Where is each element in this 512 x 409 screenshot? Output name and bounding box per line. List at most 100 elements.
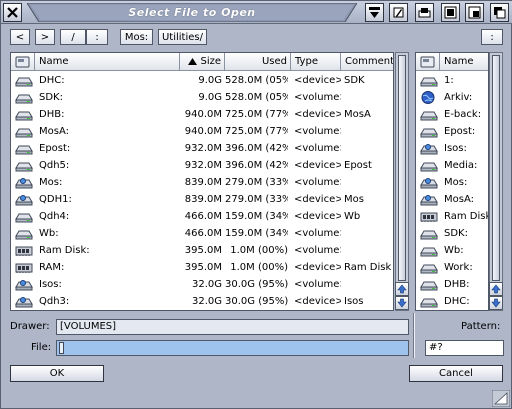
drawer-label: Drawer: — [10, 321, 50, 332]
volume-list-row[interactable]: Arkiv: — [416, 89, 488, 106]
file-list-row[interactable]: Epost: 932.0M396.0M (42%) <volume> — [11, 140, 393, 157]
parent-button[interactable]: : — [86, 29, 108, 45]
volume-list-row[interactable]: E-back: — [416, 106, 488, 123]
zoom-icon — [444, 6, 457, 19]
volume-list-row[interactable]: 1: — [416, 72, 488, 90]
volume-list-row[interactable]: MosA: — [416, 191, 488, 208]
column-header-comment[interactable]: Comment — [341, 53, 393, 71]
drawer-field[interactable]: [VOLUMES] — [56, 319, 409, 335]
row-type: <volume> — [294, 143, 341, 154]
file-list-row[interactable]: Qdh5: 932.0M396.0M (42%) <device>Epost — [11, 157, 393, 174]
cancel-button[interactable]: Cancel — [409, 365, 503, 382]
file-list-row[interactable]: Qdh3: 32.0G 30.0G (95%) <device> Isos — [11, 293, 393, 310]
title-bar[interactable]: Select File to Open — [1, 1, 512, 24]
forward-button[interactable]: > — [35, 29, 55, 45]
pattern-field[interactable]: #? — [425, 340, 504, 356]
close-button[interactable] — [3, 3, 22, 22]
mos-drive-icon — [420, 142, 438, 158]
row-type: <device> — [294, 296, 341, 307]
file-list-row[interactable]: DHB: 940.0M725.0M (77%) <device>MosA — [11, 106, 393, 123]
row-comment: Wb — [344, 211, 361, 222]
window-title: Select File to Open — [128, 6, 256, 19]
row-comment — [344, 89, 393, 106]
file-list-row[interactable]: SDK: 9.0G528.0M (05%) <volume> — [11, 89, 393, 106]
maximize-button[interactable] — [465, 3, 484, 22]
volume-list-scroll-thumb[interactable] — [492, 55, 500, 281]
snapshot-button[interactable] — [389, 3, 408, 22]
volume-name: DHC: — [444, 296, 470, 307]
zoom-button[interactable] — [441, 3, 460, 22]
back-button[interactable]: < — [10, 29, 30, 45]
drive-drive-icon — [420, 227, 438, 243]
column-header-icon[interactable] — [11, 53, 35, 71]
drive-drive-icon — [420, 295, 438, 310]
volume-list-scrollbar[interactable] — [489, 52, 503, 311]
file-list-row[interactable]: Qdh4: 466.0M159.0M (34%) <device>Wb — [11, 208, 393, 225]
file-list-scroll-thumb[interactable] — [398, 55, 406, 281]
ok-button[interactable]: OK — [10, 365, 104, 382]
options-button[interactable]: : — [481, 29, 503, 45]
row-name: Epost: — [39, 143, 71, 154]
volume-scroll-down-button[interactable] — [489, 296, 503, 310]
volume-scroll-up-button[interactable] — [489, 282, 503, 296]
volume-list-row[interactable]: Ram Disk: — [416, 208, 488, 226]
scroll-up-button[interactable] — [395, 282, 409, 296]
drive-drive-icon — [15, 125, 33, 141]
file-list-row[interactable]: RAM: 395.0M 1.0M (00%) <device> Ram Disk — [11, 259, 393, 276]
file-list[interactable]: Name Size Used Type Comment DHC: 9.0G 528.… — [10, 52, 394, 311]
volume-list-row[interactable]: DHB: — [416, 276, 488, 293]
volume-list-row[interactable]: Epost: — [416, 123, 488, 140]
volume-list-row[interactable]: Media: — [416, 157, 488, 174]
column-header-name[interactable]: Name — [35, 53, 180, 71]
depth-icon — [494, 7, 506, 19]
volume-name: Wb: — [444, 245, 464, 256]
column-header-used[interactable]: Used — [225, 53, 291, 71]
volume-header-icon[interactable] — [416, 53, 440, 71]
row-type: <device> — [294, 211, 341, 222]
sort-ascending-icon — [188, 58, 198, 65]
volume-list-row[interactable]: SDK: — [416, 225, 488, 243]
volume-name: 1: — [444, 75, 454, 86]
mos-drive-icon — [15, 295, 33, 310]
mos-drive-icon — [15, 278, 33, 294]
depth-cycle-button[interactable] — [490, 3, 509, 22]
disk-header-icon — [15, 56, 30, 67]
iconify-button[interactable] — [415, 3, 434, 22]
file-list-row[interactable]: Mos: 839.0M279.0M (33%) <volume> — [11, 174, 393, 191]
row-name: Qdh3: — [39, 296, 70, 307]
breadcrumb-utilities[interactable]: Utilities/ — [158, 29, 207, 45]
volume-header-name[interactable]: Name — [440, 53, 488, 71]
breadcrumb-mos[interactable]: Mos: — [120, 29, 153, 45]
scroll-down-button[interactable] — [395, 296, 409, 310]
volume-list[interactable]: Name 1: Arkiv: E-back: Epost: Isos: Media: Mos… — [415, 52, 489, 311]
file-list-row[interactable]: MosA: 940.0M725.0M (77%) <volume> — [11, 123, 393, 141]
ram-drive-icon — [420, 210, 438, 226]
file-list-row[interactable]: Wb: 466.0M159.0M (34%) <volume> — [11, 225, 393, 242]
volume-list-row[interactable]: DHC: — [416, 293, 488, 310]
file-list-row[interactable]: QDH1: 839.0M279.0M (33%) <device>Mos — [11, 191, 393, 208]
file-list-scrollbar[interactable] — [395, 52, 409, 311]
file-list-row[interactable]: Ram Disk: 395.0M 1.0M (00%) <volume> — [11, 242, 393, 259]
volume-name: DHB: — [444, 279, 470, 290]
row-used: 279.0M (33%) — [225, 177, 288, 188]
column-header-size[interactable]: Size — [180, 53, 225, 71]
row-comment — [344, 123, 393, 140]
file-field[interactable] — [56, 340, 409, 356]
volume-list-row[interactable]: Wb: — [416, 242, 488, 259]
depth-button[interactable] — [365, 3, 384, 22]
volume-list-row[interactable]: Work: — [416, 259, 488, 276]
volume-list-row[interactable]: Mos: — [416, 174, 488, 192]
row-name: Isos: — [39, 279, 62, 290]
column-header-type[interactable]: Type — [291, 53, 341, 71]
volume-list-row[interactable]: Isos: — [416, 140, 488, 158]
resize-grip-icon[interactable] — [492, 390, 510, 407]
row-comment — [344, 174, 393, 191]
file-list-row[interactable]: DHC: 9.0G528.0M (05%) <device>SDK — [11, 72, 393, 89]
mos-drive-icon — [420, 176, 438, 192]
arrow-up-icon — [491, 284, 501, 294]
row-type: <volume> — [294, 92, 341, 103]
file-list-row[interactable]: Isos: 32.0G30.0G (95%) <volume> — [11, 276, 393, 294]
row-type: <volume> — [294, 279, 341, 290]
drive-drive-icon — [420, 74, 438, 90]
root-button[interactable]: / — [60, 29, 86, 45]
